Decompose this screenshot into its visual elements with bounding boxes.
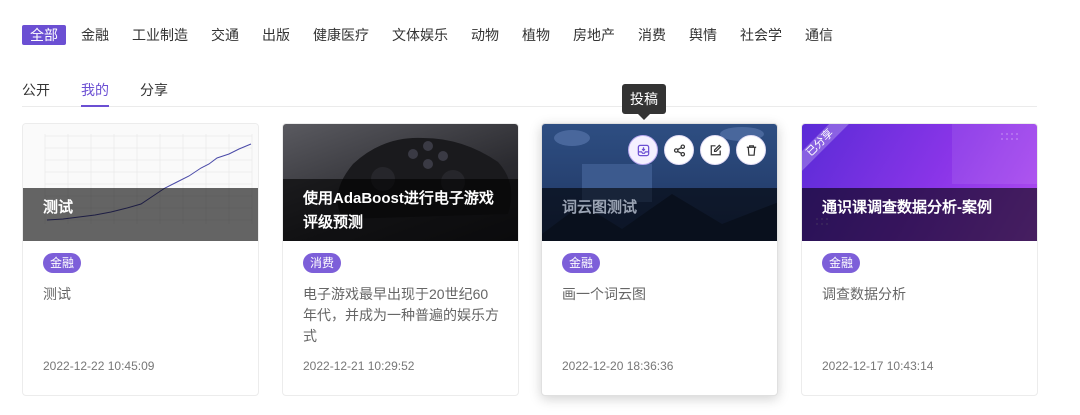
category-tag: 金融: [43, 253, 82, 273]
card-date: 2022-12-21 10:29:52: [303, 359, 415, 373]
tab-public[interactable]: 公开: [22, 80, 50, 107]
category-tag: 消费: [303, 253, 342, 273]
category-tag: 金融: [562, 253, 601, 273]
category-all[interactable]: 全部: [22, 25, 66, 45]
card-action-bar: [628, 135, 772, 165]
card-title: 使用AdaBoost进行电子游戏评级预测: [283, 179, 518, 241]
category-healthcare[interactable]: 健康医疗: [313, 25, 369, 45]
tab-bar: 公开 我的 分享: [22, 77, 1037, 107]
category-communication[interactable]: 通信: [805, 25, 833, 45]
card-thumbnail: 使用AdaBoost进行电子游戏评级预测: [283, 124, 518, 241]
card-description: 调查数据分析: [822, 286, 906, 302]
category-tag: 金融: [822, 253, 861, 273]
project-card[interactable]: 词云图测试 金融 画一个词云图 2022-12-20 18:36:36: [541, 123, 778, 396]
project-card[interactable]: 测试 金融 测试 2022-12-22 10:45:09: [22, 123, 259, 396]
project-card[interactable]: 使用AdaBoost进行电子游戏评级预测 消费 电子游戏最早出现于20世纪60年…: [282, 123, 519, 396]
card-description: 测试: [43, 286, 71, 302]
card-date: 2022-12-22 10:45:09: [43, 359, 155, 373]
category-manufacturing[interactable]: 工业制造: [132, 25, 188, 45]
category-filter-bar: 全部 金融 工业制造 交通 出版 健康医疗 文体娱乐 动物 植物 房地产 消费 …: [22, 25, 856, 45]
submit-button[interactable]: [628, 135, 658, 165]
category-consumption[interactable]: 消费: [638, 25, 666, 45]
card-description: 电子游戏最早出现于20世纪60年代，并成为一种普遍的娱乐方式: [303, 286, 499, 344]
category-sociology[interactable]: 社会学: [740, 25, 782, 45]
category-plants[interactable]: 植物: [522, 25, 550, 45]
tab-shared[interactable]: 分享: [140, 80, 168, 107]
category-transport[interactable]: 交通: [211, 25, 239, 45]
category-public-opinion[interactable]: 舆情: [689, 25, 717, 45]
edit-button[interactable]: [700, 135, 730, 165]
category-sports-entertainment[interactable]: 文体娱乐: [392, 25, 448, 45]
card-date: 2022-12-20 18:36:36: [562, 359, 674, 373]
share-button[interactable]: [664, 135, 694, 165]
share-icon: [673, 143, 685, 157]
card-title: 通识课调查数据分析-案例: [802, 188, 1037, 241]
category-finance[interactable]: 金融: [81, 25, 109, 45]
delete-button[interactable]: [736, 135, 766, 165]
card-title: 词云图测试: [542, 188, 777, 241]
card-thumbnail: 已分享 通识课调查数据分析-案例: [802, 124, 1037, 241]
category-animals[interactable]: 动物: [471, 25, 499, 45]
category-publishing[interactable]: 出版: [262, 25, 290, 45]
project-card[interactable]: 已分享 通识课调查数据分析-案例 金融 调查数据分析 2022-12-17 10…: [801, 123, 1038, 396]
category-real-estate[interactable]: 房地产: [573, 25, 615, 45]
submit-inbox-icon: [637, 144, 649, 156]
card-thumbnail: 测试: [23, 124, 258, 241]
card-thumbnail: 词云图测试: [542, 124, 777, 241]
card-date: 2022-12-17 10:43:14: [822, 359, 934, 373]
submit-tooltip: 投稿: [622, 84, 666, 120]
card-title: 测试: [23, 188, 258, 241]
edit-icon: [710, 143, 722, 155]
card-description: 画一个词云图: [562, 286, 646, 302]
tab-mine[interactable]: 我的: [81, 80, 109, 107]
trash-icon: [746, 144, 756, 156]
